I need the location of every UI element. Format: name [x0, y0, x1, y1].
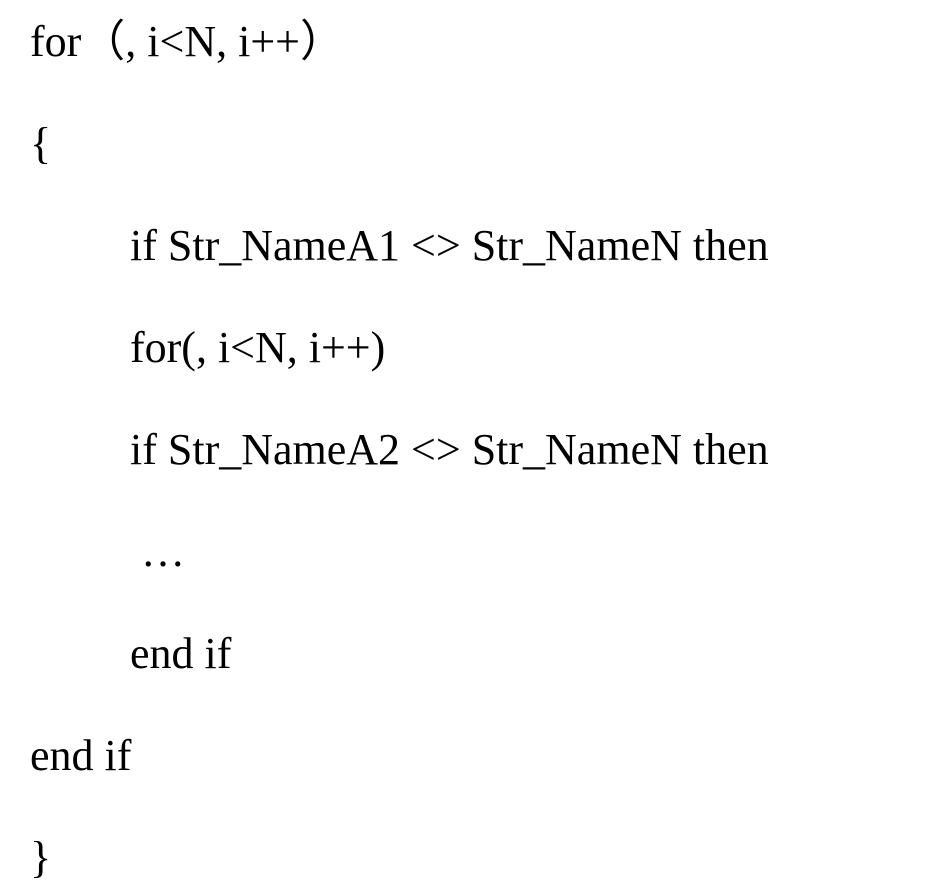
code-line-9: } [30, 836, 904, 880]
code-line-8: end if [30, 734, 904, 778]
code-line-6: … [30, 530, 904, 574]
code-line-1: for（, i<N, i++） [30, 20, 904, 64]
code-line-3: if Str_NameA1 <> Str_NameN then [30, 224, 904, 268]
code-line-4: for(, i<N, i++) [30, 326, 904, 370]
code-line-2: { [30, 122, 904, 166]
code-line-5: if Str_NameA2 <> Str_NameN then [30, 428, 904, 472]
code-line-7: end if [30, 632, 904, 676]
